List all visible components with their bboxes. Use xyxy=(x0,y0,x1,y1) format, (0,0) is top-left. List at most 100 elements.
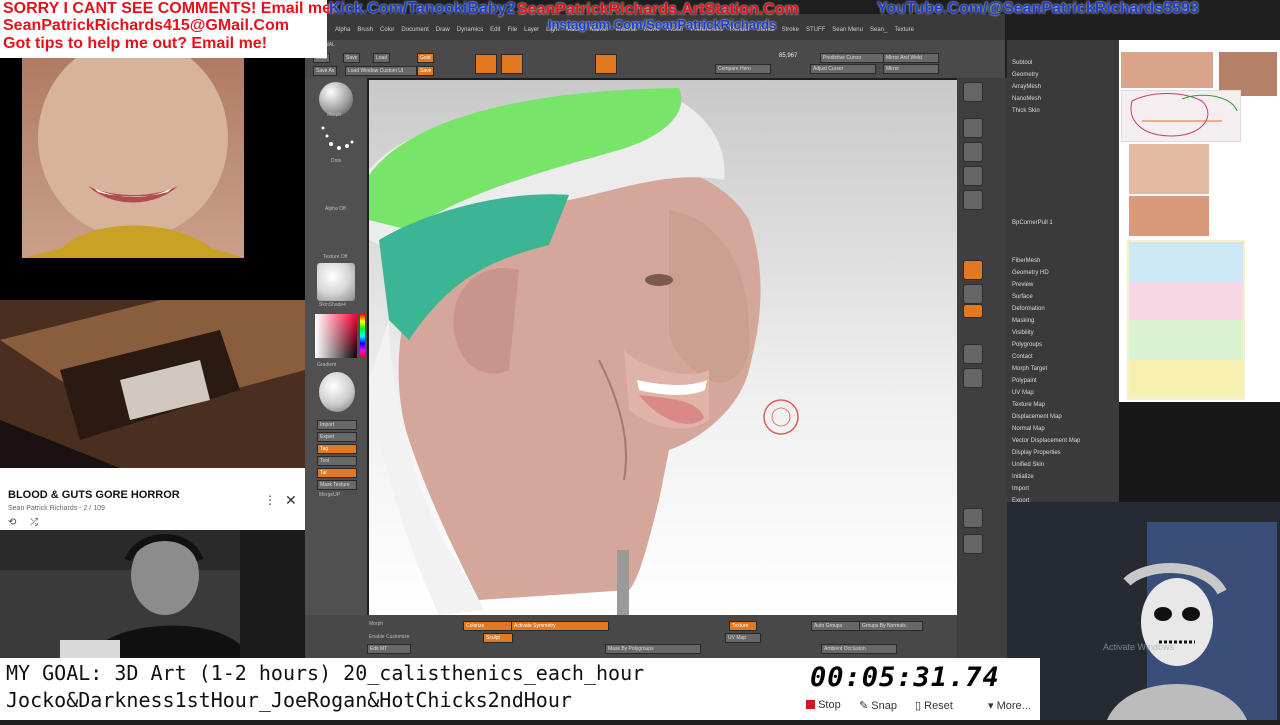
palette-item[interactable]: Visibility xyxy=(1007,327,1119,339)
palette-item[interactable]: Import xyxy=(1007,483,1119,495)
transp-icon[interactable] xyxy=(963,534,983,554)
scroll-icon[interactable] xyxy=(963,118,983,138)
frame-icon[interactable] xyxy=(963,344,983,364)
menu-item[interactable]: File xyxy=(507,27,517,33)
more-button[interactable]: ▾ More... xyxy=(988,699,1031,712)
palette-item[interactable]: Geometry HD xyxy=(1007,267,1119,279)
menu-item[interactable]: Sean Menu xyxy=(832,27,863,33)
shelf-button[interactable]: Compare Hero xyxy=(715,64,771,74)
shelf-button[interactable]: Save xyxy=(343,53,361,63)
palette-item[interactable]: Normal Map xyxy=(1007,423,1119,435)
uv-map-button[interactable]: UV Map xyxy=(725,633,761,643)
shelf-button[interactable]: Load xyxy=(373,53,391,63)
menu-item[interactable]: STUFF xyxy=(806,27,825,33)
tag-button[interactable]: Tag xyxy=(317,444,357,454)
palette-item[interactable]: Polygroups xyxy=(1007,339,1119,351)
ambient-occlusion-button[interactable]: Ambient Occlusion xyxy=(821,644,897,654)
palette-item[interactable]: Initialize xyxy=(1007,471,1119,483)
activate-windows-watermark: Activate Windows xyxy=(1103,642,1175,652)
palette-item[interactable]: Vector Displacement Map xyxy=(1007,435,1119,447)
menu-item[interactable]: Edit xyxy=(490,27,500,33)
palette-item[interactable]: FiberMesh xyxy=(1007,255,1119,267)
menu-item[interactable]: Dynamics xyxy=(457,27,483,33)
move-mode-button[interactable] xyxy=(501,54,523,74)
palette-item[interactable]: Displacement Map xyxy=(1007,411,1119,423)
palette-item[interactable]: Surface xyxy=(1007,291,1119,303)
palette-subpanel: BpCornerPull 1 xyxy=(1007,117,1119,255)
tar-button[interactable]: Tar xyxy=(317,468,357,478)
material-preview[interactable] xyxy=(317,263,355,301)
stroke-dots-icon[interactable] xyxy=(319,122,355,156)
reset-button[interactable]: ▯ Reset xyxy=(915,699,953,712)
edit-mt-button[interactable]: Edit MT xyxy=(367,644,411,654)
hue-slider[interactable] xyxy=(360,314,365,358)
auto-groups-button[interactable]: Auto Groups xyxy=(811,621,861,631)
palette-item[interactable]: Unified Skin xyxy=(1007,459,1119,471)
actual-size-icon[interactable] xyxy=(963,166,983,186)
zoom-icon[interactable] xyxy=(963,142,983,162)
stopwatch-value: 00:05:31.74 xyxy=(810,662,1000,693)
menu-item[interactable]: Color xyxy=(380,27,394,33)
palette-item[interactable]: UV Map xyxy=(1007,387,1119,399)
menu-item[interactable]: Draw xyxy=(436,27,450,33)
palette-item[interactable]: Texture Map xyxy=(1007,399,1119,411)
draw-mode-button[interactable] xyxy=(475,54,497,74)
shelf-button[interactable]: Predictive Cursor xyxy=(820,53,886,63)
palette-item[interactable]: Polypaint xyxy=(1007,375,1119,387)
more-options-icon[interactable]: ⋮ xyxy=(264,493,276,507)
shelf-button[interactable]: Save As xyxy=(313,66,338,76)
shelf-button[interactable]: Gold xyxy=(417,53,434,63)
snap-button[interactable]: ✎ Snap xyxy=(859,699,897,712)
color-picker[interactable] xyxy=(315,314,357,358)
menu-item[interactable]: Alpha xyxy=(335,27,350,33)
shelf-button[interactable]: Adjust Cursor xyxy=(810,64,876,74)
texture-button[interactable]: Texture xyxy=(729,621,757,631)
loop-icon[interactable]: ⟲ xyxy=(8,517,16,528)
menu-item[interactable]: Texture xyxy=(894,27,914,33)
shelf-button[interactable]: Save xyxy=(417,66,435,76)
close-icon[interactable]: ✕ xyxy=(285,492,297,509)
menu-item[interactable]: Stroke xyxy=(782,27,799,33)
floor-grid-icon[interactable] xyxy=(963,260,983,280)
mask-polygroups-button[interactable]: Mask By Polygroups xyxy=(605,644,701,654)
menu-item[interactable]: Sean_ xyxy=(870,27,887,33)
shelf-button[interactable]: Load Window Custom UI xyxy=(345,66,417,76)
secondary-brush-preview[interactable] xyxy=(319,372,355,412)
palette-item[interactable]: Subtool xyxy=(1007,57,1119,69)
brush-preview[interactable] xyxy=(319,82,353,116)
groups-by-normals-button[interactable]: Groups By Normals xyxy=(859,621,923,631)
palette-item[interactable]: NanoMesh xyxy=(1007,93,1119,105)
palette-item[interactable]: Geometry xyxy=(1007,69,1119,81)
sculpt-button[interactable]: Sculpt xyxy=(483,633,513,643)
local-symmetry-icon[interactable] xyxy=(963,284,983,304)
shelf-button[interactable]: Mirror And Weld xyxy=(883,53,939,63)
mask-texture-button[interactable]: Mask Texture xyxy=(317,480,357,490)
zbrush-canvas[interactable] xyxy=(369,80,957,615)
menu-item[interactable]: Document xyxy=(401,27,428,33)
palette-item[interactable]: Display Properties xyxy=(1007,447,1119,459)
bpr-icon[interactable] xyxy=(963,82,983,102)
tool-button[interactable]: Tool xyxy=(317,456,357,466)
menu-item[interactable]: Layer xyxy=(524,27,539,33)
palette-item[interactable]: Masking xyxy=(1007,315,1119,327)
stop-button[interactable]: Stop xyxy=(806,699,841,711)
menu-item[interactable]: Brush xyxy=(357,27,373,33)
mergeup-label: MergeUP xyxy=(319,492,341,498)
colorize-button[interactable]: Colorize xyxy=(463,621,513,631)
polyframe-icon[interactable] xyxy=(963,508,983,528)
palette-item[interactable]: Thick Skin xyxy=(1007,105,1119,117)
shuffle-icon[interactable]: ⤮ xyxy=(30,517,38,528)
aahalf-icon[interactable] xyxy=(963,190,983,210)
xyz-icon[interactable] xyxy=(963,304,983,318)
shelf-button[interactable]: Mirror xyxy=(883,64,939,74)
move-icon[interactable] xyxy=(963,368,983,388)
palette-item[interactable]: Morph Target xyxy=(1007,363,1119,375)
symmetry-button[interactable]: Activate Symmetry xyxy=(511,621,609,631)
export-button[interactable]: Export xyxy=(317,432,357,442)
palette-item[interactable]: Preview xyxy=(1007,279,1119,291)
scale-mode-button[interactable] xyxy=(595,54,617,74)
import-button[interactable]: Import xyxy=(317,420,357,430)
palette-item[interactable]: Deformation xyxy=(1007,303,1119,315)
palette-item[interactable]: Contact xyxy=(1007,351,1119,363)
palette-item[interactable]: ArrayMesh xyxy=(1007,81,1119,93)
